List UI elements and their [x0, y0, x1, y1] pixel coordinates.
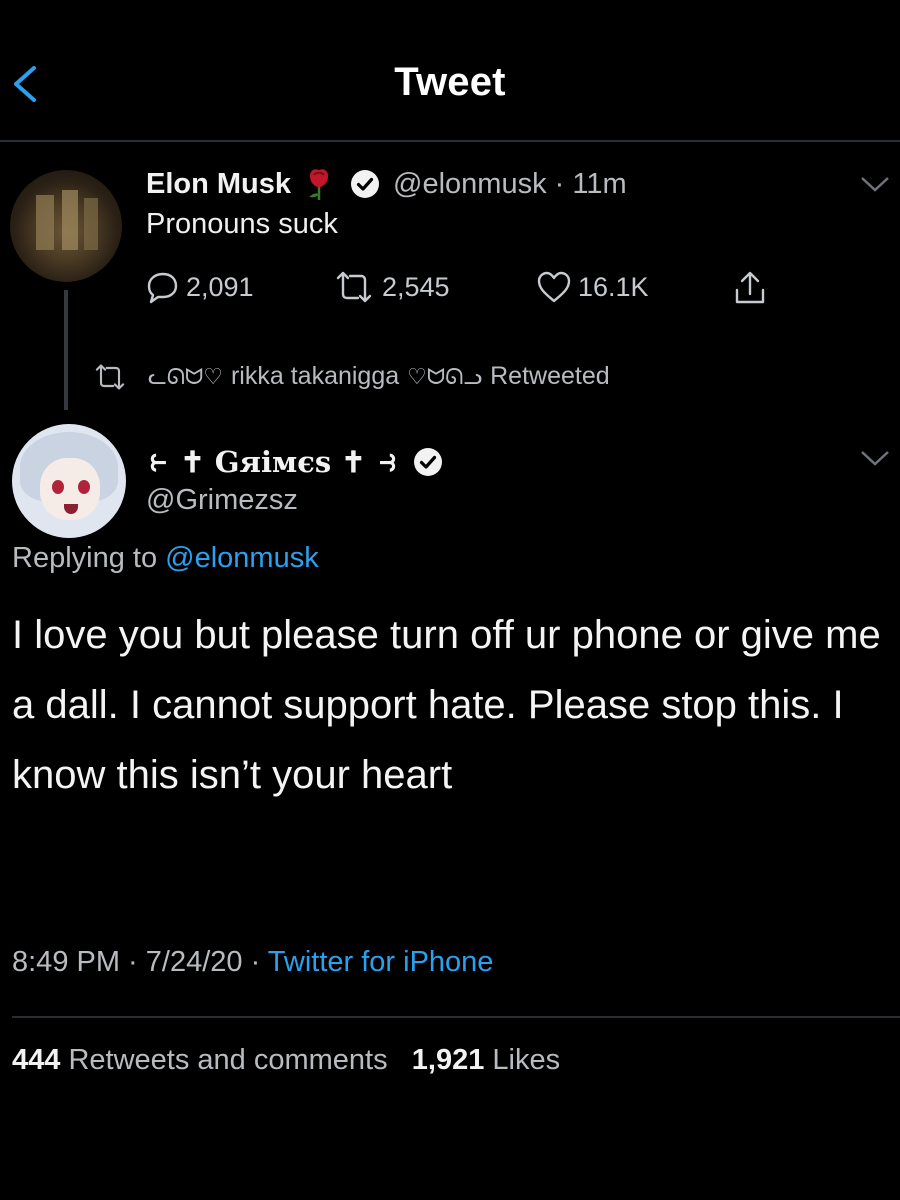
avatar[interactable]: [10, 170, 122, 282]
reply-button[interactable]: 2,091: [146, 270, 254, 304]
share-icon: [735, 271, 765, 304]
like-count: 16.1K: [578, 271, 649, 302]
decoration-right: ♡ᗢᘏᓗ: [407, 363, 483, 389]
chevron-down-icon[interactable]: [858, 172, 892, 196]
retweets-label: Retweets and comments: [68, 1044, 388, 1076]
verified-icon: [351, 170, 380, 198]
reply-icon: [147, 272, 178, 304]
tweet-actions: 2,091 2,545 16.1K: [146, 270, 786, 310]
replying-to: Replying to @elonmusk: [12, 542, 319, 575]
like-button[interactable]: 16.1K: [536, 270, 649, 304]
like-icon: [537, 271, 571, 303]
likes-count: 1,921: [411, 1044, 485, 1076]
decoration-left: ᓚᘏᗢ♡: [148, 363, 223, 389]
retweets-stat[interactable]: 444 Retweets and comments: [12, 1044, 388, 1076]
retweeted-label: Retweeted: [490, 362, 610, 390]
share-button[interactable]: [732, 270, 774, 306]
mention-link[interactable]: @elonmusk: [165, 542, 319, 574]
chevron-down-icon[interactable]: [858, 446, 892, 470]
parent-tweet-header: Elon Musk @elonmusk · 11m: [146, 164, 627, 204]
rose-icon: [309, 169, 329, 200]
author-name[interactable]: Elon Musk: [146, 168, 291, 201]
parent-tweet-text: Pronouns suck: [146, 208, 338, 240]
tweet-stats: 444 Retweets and comments 1,921 Likes: [12, 1044, 560, 1077]
divider: [12, 1016, 900, 1018]
avatar[interactable]: [12, 424, 126, 538]
retweet-count: 2,545: [382, 271, 450, 302]
author-handle-time: @elonmusk · 11m: [393, 167, 627, 200]
author-name[interactable]: ⥼ ✝ Gяімєѕ ✝ ⥽: [146, 445, 400, 479]
tweet-meta: 8:49 PM · 7/24/20 · Twitter for iPhone: [12, 946, 493, 979]
likes-label: Likes: [492, 1044, 561, 1076]
page-title: Tweet: [394, 60, 506, 104]
source-link[interactable]: Twitter for iPhone: [268, 946, 494, 978]
retweet-icon: [95, 363, 125, 390]
replying-label: Replying to: [12, 542, 158, 574]
retweeted-by-notice[interactable]: ᓚᘏᗢ♡ rikka takanigga ♡ᗢᘏᓗ Retweeted: [92, 362, 610, 391]
retweet-icon: [336, 271, 372, 303]
retweeter-name: rikka takanigga: [230, 362, 400, 390]
thread-line: [64, 290, 68, 410]
author-handle: @Grimezsz: [146, 484, 298, 516]
main-tweet-header: ⥼ ✝ Gяімєѕ ✝ ⥽: [146, 440, 444, 484]
retweet-button[interactable]: 2,545: [332, 270, 450, 304]
reply-count: 2,091: [186, 271, 254, 302]
likes-stat[interactable]: 1,921 Likes: [412, 1044, 560, 1076]
main-tweet-text: I love you but please turn off ur phone …: [12, 613, 881, 797]
verified-icon: [413, 448, 442, 476]
timestamp: 8:49 PM · 7/24/20 ·: [12, 946, 268, 978]
retweets-count: 444: [12, 1044, 61, 1076]
top-bar: Tweet: [0, 0, 900, 142]
